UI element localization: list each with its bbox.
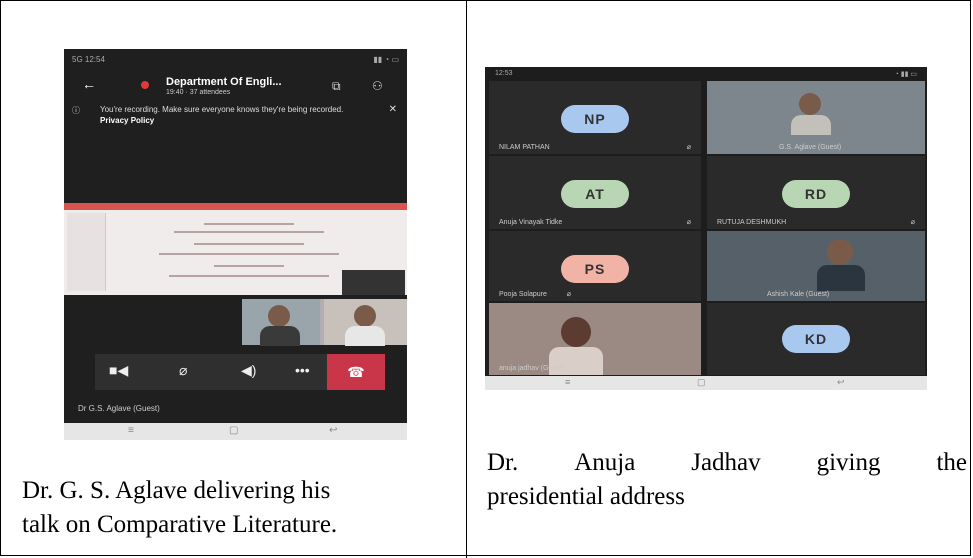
- avatar: PS: [561, 255, 629, 283]
- participant-name: Pooja Solapure: [499, 291, 547, 298]
- participant-name: Anuja Vinayak Tidke: [499, 219, 563, 226]
- participant-video-tile[interactable]: anuja jadhav (Guest): [489, 303, 701, 375]
- participant-tile[interactable]: RD RUTUJA DESHMUKH ⌀: [707, 156, 925, 229]
- privacy-policy-link[interactable]: Privacy Policy: [100, 116, 154, 125]
- back-icon[interactable]: ↩: [837, 377, 845, 388]
- info-icon: ⓘ: [72, 106, 80, 115]
- participant-tile[interactable]: PS Pooja Solapure ⌀: [489, 231, 701, 301]
- slide-toolbar: [64, 203, 407, 210]
- status-time: 5G 12:54: [72, 55, 105, 64]
- avatar: RD: [782, 180, 850, 208]
- avatar: KD: [782, 325, 850, 353]
- home-icon[interactable]: ▢: [697, 377, 706, 388]
- speaker-icon[interactable]: ◀): [241, 362, 256, 379]
- right-caption: Dr. Anuja Jadhav giving the presidential…: [487, 446, 967, 514]
- shared-slide: [64, 203, 407, 295]
- avatar: NP: [561, 105, 629, 133]
- caption-line-2: presidential address: [487, 483, 685, 510]
- recording-indicator-icon: [141, 81, 149, 89]
- participant-name: G.S. Aglave (Guest): [779, 144, 842, 151]
- avatar: AT: [561, 180, 629, 208]
- participants-icon[interactable]: ⚇: [372, 79, 383, 93]
- menu-icon[interactable]: ≡: [128, 425, 134, 436]
- mic-muted-icon: ⌀: [910, 219, 915, 226]
- call-controls: ■◀ ⌀ ◀) ••• ☎: [95, 354, 385, 390]
- status-icons: ▮▮ ◔ ▭: [373, 55, 399, 64]
- left-cell: 5G 12:54 ▮▮ ◔ ▭ ← Department Of Engli...…: [0, 0, 466, 558]
- mic-muted-icon: ⌀: [686, 144, 691, 151]
- recording-banner: ⓘ You're recording. Make sure everyone k…: [64, 101, 407, 131]
- close-icon[interactable]: ✕: [389, 104, 397, 115]
- caption-line-1: Dr. Anuja Jadhav giving the: [487, 449, 967, 476]
- status-time: 12:53: [495, 70, 513, 77]
- android-nav-bar: ≡ ▢ ↩: [485, 376, 927, 390]
- end-call-button[interactable]: ☎: [327, 354, 385, 390]
- mic-muted-icon: ⌀: [566, 291, 571, 298]
- participant-name: Ashish Kale (Guest): [767, 291, 830, 298]
- menu-icon[interactable]: ≡: [565, 377, 570, 387]
- participant-video-tile[interactable]: Ashish Kale (Guest): [707, 231, 925, 301]
- self-video[interactable]: [324, 299, 407, 346]
- meeting-screenshot-right: 12:53 ◔ ▮▮ ▭ NP NILAM PATHAN ⌀ G.S. Agla…: [485, 67, 927, 390]
- status-bar: 12:53 ◔ ▮▮ ▭: [485, 67, 927, 81]
- participant-name: anuja jadhav (Guest): [499, 365, 564, 372]
- left-caption: Dr. G. S. Aglave delivering his talk on …: [22, 477, 338, 538]
- meeting-screenshot-left: 5G 12:54 ▮▮ ◔ ▭ ← Department Of Engli...…: [64, 49, 407, 440]
- home-icon[interactable]: ▢: [229, 425, 238, 436]
- participant-tile[interactable]: NP NILAM PATHAN ⌀: [489, 81, 701, 154]
- participant-name: NILAM PATHAN: [499, 144, 550, 151]
- back-icon[interactable]: ↩: [329, 425, 337, 436]
- recording-notice: You're recording. Make sure everyone kno…: [100, 105, 344, 125]
- android-nav-bar: ≡ ▢ ↩: [64, 423, 407, 440]
- back-arrow-icon[interactable]: ←: [82, 76, 96, 92]
- participant-name: RUTUJA DESHMUKH: [717, 219, 787, 226]
- meeting-subtitle: 19:40 · 37 attendees: [166, 89, 231, 96]
- slide-dark-area: [342, 270, 405, 295]
- more-options-icon[interactable]: •••: [295, 362, 310, 378]
- participant-video-tile[interactable]: G.S. Aglave (Guest): [707, 81, 925, 154]
- camera-icon[interactable]: ■◀: [109, 362, 128, 379]
- mic-off-icon[interactable]: ⌀: [179, 362, 187, 379]
- share-screen-icon[interactable]: ⧉: [332, 79, 341, 94]
- slide-thumbnails: [67, 213, 106, 291]
- participant-tile[interactable]: AT Anuja Vinayak Tidke ⌀: [489, 156, 701, 229]
- mic-muted-icon: ⌀: [686, 219, 691, 226]
- participant-name-label: Dr G.S. Aglave (Guest): [78, 404, 160, 413]
- participant-tile[interactable]: KD: [707, 303, 925, 375]
- status-bar: 5G 12:54 ▮▮ ◔ ▭: [64, 49, 407, 71]
- participant-video[interactable]: [242, 299, 320, 346]
- meeting-title: Department Of Engli...: [166, 76, 282, 88]
- status-icons: ◔ ▮▮ ▭: [894, 71, 917, 78]
- video-strip: [242, 299, 407, 346]
- meeting-topbar: ← Department Of Engli... 19:40 · 37 atte…: [64, 71, 407, 101]
- right-cell: 12:53 ◔ ▮▮ ▭ NP NILAM PATHAN ⌀ G.S. Agla…: [467, 0, 972, 558]
